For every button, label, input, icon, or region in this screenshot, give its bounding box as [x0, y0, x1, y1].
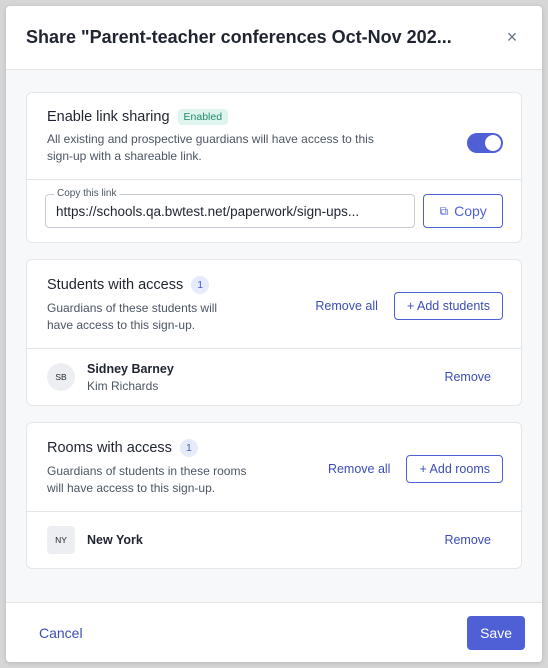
room-name: New York	[87, 533, 143, 547]
room-info: NY New York	[47, 526, 143, 554]
close-icon[interactable]: ×	[502, 27, 522, 48]
student-info: SB Sidney Barney Kim Richards	[47, 362, 174, 393]
remove-room-button[interactable]: Remove	[444, 533, 491, 547]
modal-title: Share "Parent-teacher conferences Oct-No…	[26, 27, 452, 47]
link-sharing-description-line-1: All existing and prospective guardians w…	[47, 132, 374, 146]
students-header: Students with access 1 Guardians of thes…	[27, 260, 521, 348]
avatar: SB	[47, 363, 75, 391]
share-modal: Share "Parent-teacher conferences Oct-No…	[6, 6, 542, 662]
rooms-count-badge: 1	[179, 439, 198, 457]
share-link-field[interactable]: Copy this link https://schools.qa.bwtest…	[45, 188, 416, 228]
add-rooms-button[interactable]: + Add rooms	[406, 455, 503, 483]
room-avatar: NY	[47, 526, 75, 554]
list-item: SB Sidney Barney Kim Richards Remove	[27, 349, 521, 405]
link-sharing-toggle[interactable]	[467, 133, 503, 153]
remove-student-button[interactable]: Remove	[444, 370, 491, 384]
remove-all-students-button[interactable]: Remove all	[315, 299, 378, 313]
link-sharing-card: Enable link sharing Enabled All existing…	[26, 92, 522, 243]
guardian-name: Kim Richards	[87, 378, 159, 393]
link-sharing-description-line-2: sign-up with a shareable link.	[47, 149, 202, 163]
toggle-knob	[485, 135, 501, 151]
link-sharing-header: Enable link sharing Enabled All existing…	[27, 93, 521, 179]
link-sharing-title: Enable link sharing	[47, 109, 170, 125]
modal-header: Share "Parent-teacher conferences Oct-No…	[6, 6, 542, 70]
copy-button[interactable]: ⧉ Copy	[423, 194, 503, 228]
link-sharing-description: All existing and prospective guardians w…	[47, 131, 501, 165]
student-name: Sidney Barney	[87, 361, 174, 376]
share-link-value: https://schools.qa.bwtest.net/paperwork/…	[56, 203, 360, 219]
rooms-header: Rooms with access 1 Guardians of student…	[27, 423, 521, 511]
students-card: Students with access 1 Guardians of thes…	[26, 259, 522, 406]
rooms-actions: Remove all + Add rooms	[328, 455, 503, 483]
students-title: Students with access	[47, 277, 184, 293]
cancel-button[interactable]: Cancel	[39, 625, 83, 641]
copy-icon: ⧉	[439, 203, 449, 218]
student-text: Sidney Barney Kim Richards	[87, 362, 174, 393]
copy-link-label: Copy this link	[54, 188, 120, 199]
save-button[interactable]: Save	[467, 615, 525, 650]
remove-all-rooms-button[interactable]: Remove all	[328, 462, 391, 476]
modal-footer: Cancel Save	[6, 602, 542, 662]
list-item: NY New York Remove	[27, 512, 521, 568]
status-badge: Enabled	[177, 109, 229, 125]
rooms-card: Rooms with access 1 Guardians of student…	[26, 422, 522, 569]
add-students-button[interactable]: + Add students	[393, 292, 503, 320]
students-count-badge: 1	[191, 276, 210, 294]
students-actions: Remove all + Add students	[315, 292, 503, 320]
copy-link-row: Copy this link https://schools.qa.bwtest…	[27, 180, 521, 242]
copy-button-label: Copy	[454, 203, 487, 219]
modal-body: Enable link sharing Enabled All existing…	[6, 70, 542, 602]
rooms-title: Rooms with access	[47, 440, 172, 456]
link-sharing-heading: Enable link sharing Enabled	[47, 109, 501, 125]
